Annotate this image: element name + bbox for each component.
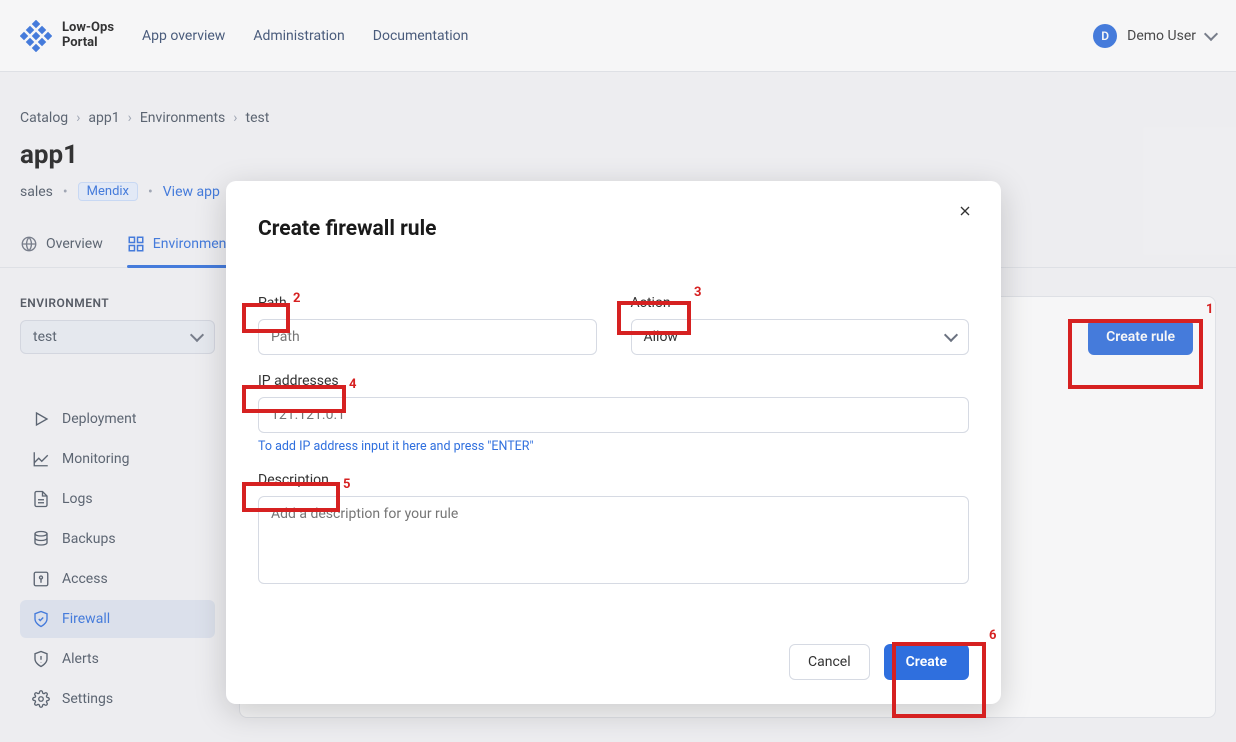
annotation-number: 6 [989, 628, 996, 643]
field-ip: IP addresses To add IP address input it … [258, 373, 969, 454]
annotation-number: 4 [349, 377, 356, 392]
close-icon [957, 203, 973, 223]
action-select-value: Allow [644, 329, 678, 345]
annotation-number: 2 [293, 291, 300, 306]
modal-footer: Cancel Create [258, 644, 969, 680]
ip-input[interactable] [258, 397, 969, 433]
description-textarea[interactable] [258, 496, 969, 584]
field-action: Action Allow [631, 295, 970, 355]
chevron-down-icon [944, 328, 958, 342]
path-input[interactable] [258, 319, 597, 355]
annotation-number: 5 [343, 477, 350, 492]
cancel-button[interactable]: Cancel [789, 644, 870, 680]
create-firewall-rule-modal: Create firewall rule Path Action Allow I… [226, 181, 1001, 704]
annotation-number: 3 [694, 285, 701, 300]
create-button[interactable]: Create [884, 644, 969, 680]
ip-label: IP addresses [258, 373, 969, 389]
annotation-number: 1 [1206, 302, 1213, 317]
action-label: Action [631, 295, 970, 311]
action-select[interactable]: Allow [631, 319, 970, 355]
description-label: Description [258, 472, 969, 488]
field-description: Description [258, 472, 969, 588]
ip-help-text: To add IP address input it here and pres… [258, 439, 969, 454]
modal-title: Create firewall rule [258, 217, 969, 241]
modal-form: Path Action Allow IP addresses To add IP… [258, 295, 969, 588]
close-button[interactable] [953, 201, 977, 225]
field-path: Path [258, 295, 597, 355]
path-label: Path [258, 295, 597, 311]
